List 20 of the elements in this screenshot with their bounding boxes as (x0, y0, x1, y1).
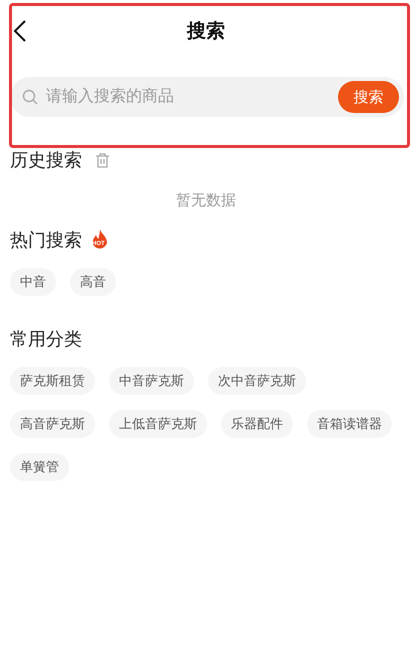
tag-chip[interactable]: 中音 (10, 268, 56, 296)
tag-chip[interactable]: 音箱读谱器 (307, 410, 392, 438)
section-title: 历史搜索 (10, 149, 82, 172)
search-icon (22, 89, 38, 105)
tag-chip[interactable]: 乐器配件 (221, 410, 293, 438)
tag-chip[interactable]: 萨克斯租赁 (10, 367, 95, 395)
tag-chip[interactable]: 单簧管 (10, 453, 69, 481)
search-button[interactable]: 搜索 (338, 81, 399, 113)
section-title: 热门搜索 (10, 229, 82, 252)
section-title: 常用分类 (10, 328, 82, 351)
tag-chip[interactable]: 高音萨克斯 (10, 410, 95, 438)
tag-chip[interactable]: 上低音萨克斯 (109, 410, 207, 438)
empty-message: 暂无数据 (176, 192, 236, 209)
back-icon[interactable] (13, 20, 27, 42)
tag-chip[interactable]: 高音 (70, 268, 116, 296)
fire-icon (90, 229, 110, 251)
tag-chip[interactable]: 中音萨克斯 (109, 367, 194, 395)
page-title: 搜索 (187, 20, 225, 44)
tag-chip[interactable]: 次中音萨克斯 (208, 367, 306, 395)
search-field[interactable]: 请输入搜索的商品 搜索 (10, 77, 404, 117)
